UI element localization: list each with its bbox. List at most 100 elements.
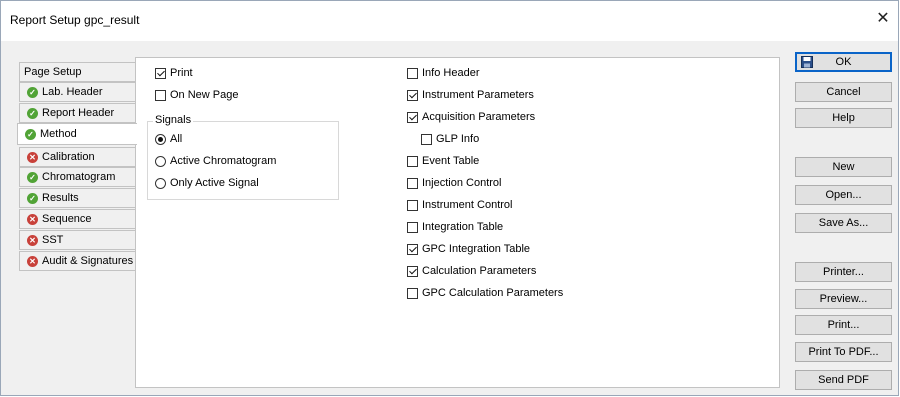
- button-label: Cancel: [826, 86, 861, 98]
- close-icon[interactable]: ✕: [874, 10, 892, 28]
- button-label: Help: [832, 112, 855, 124]
- title-bar: Report Setup gpc_result ✕: [1, 1, 898, 41]
- tab-label: Sequence: [42, 213, 92, 225]
- tab-sst[interactable]: ✕ SST: [19, 230, 135, 250]
- acquisition-parameters-checkbox[interactable]: Acquisition Parameters: [407, 109, 535, 125]
- instrument-control-checkbox[interactable]: Instrument Control: [407, 197, 512, 213]
- calculation-parameters-checkbox[interactable]: Calculation Parameters: [407, 263, 536, 279]
- signals-only-active-signal-radio[interactable]: Only Active Signal: [155, 175, 259, 191]
- radio-dot: [155, 177, 166, 189]
- checkbox-label: Event Table: [422, 155, 480, 167]
- new-button[interactable]: New: [795, 157, 892, 177]
- checkbox-box: [407, 265, 418, 277]
- radio-label: Only Active Signal: [170, 177, 259, 189]
- checkbox-label: Acquisition Parameters: [422, 111, 536, 123]
- checkbox-label: Print: [170, 67, 193, 79]
- checkbox-box: [407, 177, 418, 189]
- tab-label: Audit & Signatures: [42, 255, 134, 267]
- save-as-button[interactable]: Save As...: [795, 213, 892, 233]
- help-button[interactable]: Help: [795, 108, 892, 128]
- tab-label: Chromatogram: [42, 171, 116, 183]
- checkbox-label: On New Page: [170, 89, 239, 101]
- button-label: Printer...: [823, 266, 864, 278]
- open-button[interactable]: Open...: [795, 185, 892, 205]
- print-button[interactable]: Print...: [795, 315, 892, 335]
- event-table-checkbox[interactable]: Event Table: [407, 153, 479, 169]
- checkbox-box: [407, 243, 418, 255]
- tab-results[interactable]: ✓ Results: [19, 188, 135, 208]
- button-label: Send PDF: [818, 374, 869, 386]
- checkbox-label: Instrument Control: [422, 199, 513, 211]
- tab-label: SST: [42, 234, 64, 246]
- tab-label: Report Header: [42, 107, 115, 119]
- tab-lab-header[interactable]: ✓ Lab. Header: [19, 82, 135, 102]
- injection-control-checkbox[interactable]: Injection Control: [407, 175, 502, 191]
- check-icon: ✓: [27, 171, 38, 183]
- tab-label: Results: [42, 192, 79, 204]
- checkbox-box: [407, 199, 418, 211]
- checkbox-label: Injection Control: [422, 177, 502, 189]
- integration-table-checkbox[interactable]: Integration Table: [407, 219, 503, 235]
- info-header-checkbox[interactable]: Info Header: [407, 65, 479, 81]
- window-title: Report Setup gpc_result: [10, 13, 140, 27]
- save-icon: [801, 56, 813, 68]
- print-to-pdf-button[interactable]: Print To PDF...: [795, 342, 892, 362]
- button-label: Open...: [825, 189, 862, 201]
- checkbox-label: GPC Integration Table: [422, 243, 531, 255]
- print-checkbox[interactable]: Print: [155, 65, 193, 81]
- tab-audit-signatures[interactable]: ✕ Audit & Signatures: [19, 251, 135, 271]
- check-icon: ✓: [25, 128, 36, 140]
- button-label: Print To PDF...: [808, 346, 879, 358]
- checkbox-label: Info Header: [422, 67, 480, 79]
- checkbox-box: [155, 89, 166, 101]
- error-icon: ✕: [27, 255, 38, 267]
- tab-page-setup[interactable]: Page Setup: [19, 62, 135, 82]
- tab-label: Page Setup: [24, 66, 82, 78]
- signals-active-chromatogram-radio[interactable]: Active Chromatogram: [155, 153, 276, 169]
- report-setup-dialog: Report Setup gpc_result ✕ Page Setup ✓ L…: [0, 0, 899, 396]
- tab-sequence[interactable]: ✕ Sequence: [19, 209, 135, 229]
- radio-label: Active Chromatogram: [170, 155, 277, 167]
- checkbox-box: [407, 221, 418, 233]
- preview-button[interactable]: Preview...: [795, 289, 892, 309]
- checkbox-label: Calculation Parameters: [422, 265, 537, 277]
- tab-method[interactable]: ✓ Method: [17, 123, 137, 145]
- tab-label: Lab. Header: [42, 86, 103, 98]
- instrument-parameters-checkbox[interactable]: Instrument Parameters: [407, 87, 534, 103]
- tab-label: Method: [40, 128, 77, 140]
- tab-calibration[interactable]: ✕ Calibration: [19, 147, 135, 167]
- signals-group-label: Signals: [153, 114, 194, 126]
- error-icon: ✕: [27, 234, 38, 246]
- tab-report-header[interactable]: ✓ Report Header: [19, 103, 135, 123]
- checkbox-label: Instrument Parameters: [422, 89, 534, 101]
- checkbox-box: [421, 133, 432, 145]
- radio-dot: [155, 155, 166, 167]
- check-icon: ✓: [27, 192, 38, 204]
- gpc-calculation-parameters-checkbox[interactable]: GPC Calculation Parameters: [407, 285, 563, 301]
- button-label: OK: [835, 56, 852, 68]
- checkbox-box: [407, 67, 418, 79]
- button-label: Preview...: [819, 293, 868, 305]
- glp-info-checkbox[interactable]: GLP Info: [421, 131, 479, 147]
- checkbox-label: GLP Info: [436, 133, 480, 145]
- checkbox-box: [407, 287, 418, 299]
- checkbox-box: [407, 89, 418, 101]
- on-new-page-checkbox[interactable]: On New Page: [155, 87, 238, 103]
- error-icon: ✕: [27, 213, 38, 225]
- error-icon: ✕: [27, 151, 38, 163]
- radio-dot: [155, 133, 166, 145]
- button-label: Print...: [827, 319, 860, 331]
- checkbox-box: [407, 111, 418, 123]
- check-icon: ✓: [27, 86, 38, 98]
- button-label: Save As...: [818, 217, 869, 229]
- ok-button[interactable]: OK: [795, 52, 892, 72]
- check-icon: ✓: [27, 107, 38, 119]
- signals-all-radio[interactable]: All: [155, 131, 182, 147]
- checkbox-box: [407, 155, 418, 167]
- button-label: New: [832, 161, 855, 173]
- tab-chromatogram[interactable]: ✓ Chromatogram: [19, 167, 135, 187]
- printer-button[interactable]: Printer...: [795, 262, 892, 282]
- send-pdf-button[interactable]: Send PDF: [795, 370, 892, 390]
- cancel-button[interactable]: Cancel: [795, 82, 892, 102]
- gpc-integration-table-checkbox[interactable]: GPC Integration Table: [407, 241, 530, 257]
